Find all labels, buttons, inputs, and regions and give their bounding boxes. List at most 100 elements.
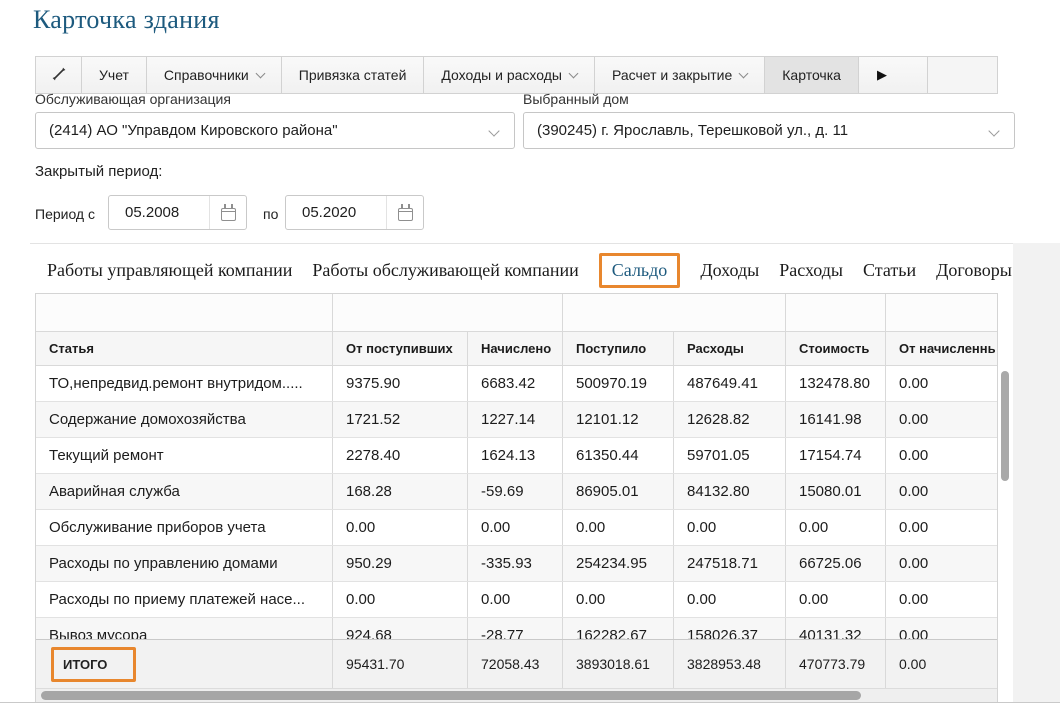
table-cell: Вывоз мусора <box>36 618 333 639</box>
total-row: ИТОГО 95431.7072058.433893018.613828953.… <box>36 639 997 688</box>
table-cell: 0.00 <box>468 582 563 617</box>
table-cell: Содержание домохозяйства <box>36 402 333 437</box>
table-cell: 247518.71 <box>674 546 786 581</box>
expand-button[interactable] <box>36 57 82 93</box>
toolbar-button-label: Привязка статей <box>299 67 407 83</box>
table-cell: Текущий ремонт <box>36 438 333 473</box>
panel-divider <box>30 243 1060 244</box>
group-header-row <box>36 294 997 332</box>
total-cell: 3828953.48 <box>674 640 786 688</box>
organization-select[interactable]: (2414) АО "Управдом Кировского района" <box>35 112 515 149</box>
table-cell: 0.00 <box>333 582 468 617</box>
table-cell: 2278.40 <box>333 438 468 473</box>
toolbar-button[interactable]: Карточка <box>765 57 859 93</box>
table-body: ТО,непредвид.ремонт внутридом.....9375.9… <box>36 366 997 639</box>
horizontal-scrollbar[interactable] <box>36 688 997 702</box>
toolbar-filler <box>928 57 997 93</box>
column-header: Расходы <box>674 332 786 365</box>
table-cell: 950.29 <box>333 546 468 581</box>
table-cell: 924.68 <box>333 618 468 639</box>
table-cell: 0.00 <box>786 510 886 545</box>
building-card-page: Карточка здания Учет Справочники Привязк… <box>0 0 1060 715</box>
table-cell: -335.93 <box>468 546 563 581</box>
tab-label: Статьи <box>863 260 916 280</box>
table-row[interactable]: Обслуживание приборов учета0.000.000.000… <box>36 510 997 546</box>
saldo-table: СтатьяОт поступившихНачисленоПоступилоРа… <box>35 293 998 703</box>
toolbar-button[interactable]: Доходы и расходы <box>424 57 595 93</box>
tab-label: Сальдо <box>612 260 668 280</box>
period-from-box <box>108 195 247 230</box>
toolbar-button-label: Справочники <box>164 67 249 83</box>
table-cell: 158026.37 <box>674 618 786 639</box>
tab[interactable]: Работы обслуживающей компании <box>312 255 578 286</box>
horizontal-scrollbar-thumb[interactable] <box>41 691 861 700</box>
total-cell: 3893018.61 <box>563 640 674 688</box>
bottom-divider <box>0 702 1060 703</box>
calendar-icon <box>398 208 413 221</box>
toolbar-buttons: Учет Справочники Привязка статей Доходы … <box>82 57 859 93</box>
table-row[interactable]: Содержание домохозяйства1721.521227.1412… <box>36 402 997 438</box>
toolbar-button[interactable]: Справочники <box>147 57 282 93</box>
table-cell: 16141.98 <box>786 402 886 437</box>
table-cell: Расходы по управлению домами <box>36 546 333 581</box>
period-to-input[interactable] <box>286 196 386 229</box>
chevron-down-icon <box>255 68 265 78</box>
table-row[interactable]: Текущий ремонт2278.401624.1361350.445970… <box>36 438 997 474</box>
total-label: ИТОГО <box>63 657 107 672</box>
table-cell: 12101.12 <box>563 402 674 437</box>
table-row[interactable]: Расходы по управлению домами950.29-335.9… <box>36 546 997 582</box>
tab[interactable]: Доходы <box>700 255 759 286</box>
table-cell: 500970.19 <box>563 366 674 401</box>
table-cell: 0.00 <box>563 582 674 617</box>
column-header: От начисленных <box>886 332 995 365</box>
table-cell: 12628.82 <box>674 402 786 437</box>
table-row[interactable]: Вывоз мусора924.68-28.77162282.67158026.… <box>36 618 997 639</box>
toolbar-button-label: Расчет и закрытие <box>612 67 732 83</box>
table-cell: Аварийная служба <box>36 474 333 509</box>
table-cell: 487649.41 <box>674 366 786 401</box>
period-to-calendar-button[interactable] <box>386 196 423 229</box>
tab-label: Договоры <box>936 260 1012 280</box>
chevron-down-icon <box>739 68 749 78</box>
table-cell: 0.00 <box>786 582 886 617</box>
column-header: От поступивших <box>333 332 468 365</box>
tab[interactable]: Работы управляющей компании <box>47 255 292 286</box>
toolbar-button[interactable]: Расчет и закрытие <box>595 57 765 93</box>
house-select[interactable]: (390245) г. Ярославль, Терешковой ул., д… <box>523 112 1015 149</box>
table-row[interactable]: Аварийная служба168.28-59.6986905.018413… <box>36 474 997 510</box>
period-from-calendar-button[interactable] <box>209 196 246 229</box>
tab[interactable]: Расходы <box>779 255 843 286</box>
table-row[interactable]: ТО,непредвид.ремонт внутридом.....9375.9… <box>36 366 997 402</box>
group-header-cell <box>886 294 995 331</box>
table-cell: 0.00 <box>674 582 786 617</box>
vertical-scrollbar-thumb[interactable] <box>1001 371 1009 481</box>
table-cell: 162282.67 <box>563 618 674 639</box>
period-from-input[interactable] <box>109 196 209 229</box>
group-header-cell <box>563 294 786 331</box>
toolbar-button[interactable]: Привязка статей <box>282 57 425 93</box>
table-cell: ТО,непредвид.ремонт внутридом..... <box>36 366 333 401</box>
group-header-cell <box>786 294 886 331</box>
tab[interactable]: Сальдо <box>599 253 681 288</box>
table-cell: 66725.06 <box>786 546 886 581</box>
table-cell: 0.00 <box>886 546 995 581</box>
table-cell: 84132.80 <box>674 474 786 509</box>
toolbar-button[interactable]: Учет <box>82 57 147 93</box>
table-cell: 0.00 <box>333 510 468 545</box>
chevron-down-icon <box>569 68 579 78</box>
table-cell: 40131.32 <box>786 618 886 639</box>
table-cell: -28.77 <box>468 618 563 639</box>
table-cell: 0.00 <box>468 510 563 545</box>
column-header: Поступило <box>563 332 674 365</box>
toolbar-button-label: Карточка <box>782 67 841 83</box>
toolbar-button-label: Учет <box>99 67 129 83</box>
table-row[interactable]: Расходы по приему платежей насе...0.000.… <box>36 582 997 618</box>
table-cell: 0.00 <box>886 582 995 617</box>
page-title: Карточка здания <box>33 5 220 35</box>
tab[interactable]: Статьи <box>863 255 916 286</box>
calendar-icon <box>221 208 236 221</box>
tab[interactable]: Договоры <box>936 255 1012 286</box>
period-to-box <box>285 195 424 230</box>
table-cell: 17154.74 <box>786 438 886 473</box>
toolbar-forward-button[interactable]: ▶ <box>859 57 928 93</box>
